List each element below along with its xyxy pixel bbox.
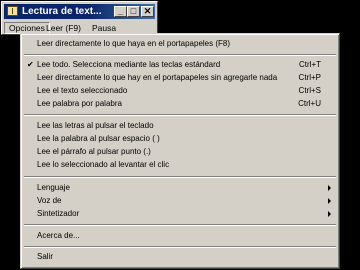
minimize-icon: _ — [117, 6, 123, 16]
menu-separator — [24, 224, 336, 226]
menu-item-voz[interactable]: Voz de — [23, 195, 337, 207]
book-icon — [7, 6, 18, 16]
maximize-button[interactable]: □ — [127, 6, 140, 17]
menu-item-shortcut: Ctrl+U — [298, 99, 321, 108]
menu-item-salir[interactable]: Salir — [23, 251, 337, 263]
menu-item-shortcut: Ctrl+S — [298, 86, 321, 95]
menu-item-label: Salir — [37, 252, 54, 261]
menu-item-label: Lee las letras al pulsar el teclado — [37, 121, 154, 130]
window-title: Lectura de text... — [22, 6, 102, 17]
menu-item-label: Lee el texto seleccionado — [37, 86, 128, 95]
menu-item-read-word-by-word[interactable]: Lee palabra por palabra Ctrl+U — [23, 98, 337, 110]
maximize-icon: □ — [130, 6, 137, 16]
menu-item-read-on-click[interactable]: Lee lo seleccionado al levantar el clic — [23, 159, 337, 171]
opciones-dropdown-menu: Leer directamente lo que haya en el port… — [20, 33, 340, 269]
menu-item-read-selected[interactable]: Lee el texto seleccionado Ctrl+S — [23, 85, 337, 97]
menu-item-sintetizador[interactable]: Sintetizador — [23, 208, 337, 220]
minimize-button[interactable]: _ — [114, 6, 127, 17]
app-window: Lectura de text... _ □ ✕ Opciones Leer (… — [1, 1, 158, 35]
menu-item-label: Lee palabra por palabra — [37, 99, 122, 108]
menu-item-label: Leer directamente lo que hay en el porta… — [37, 73, 278, 82]
menu-item-label: Voz de — [37, 196, 62, 205]
menu-item-label: Leer directamente lo que haya en el port… — [37, 39, 231, 48]
menu-item-read-word-space[interactable]: Lee la palabra al pulsar espacio ( ) — [23, 133, 337, 145]
submenu-arrow-icon — [328, 211, 331, 217]
check-icon: ✔ — [27, 60, 34, 69]
menu-item-lenguaje[interactable]: Lenguaje — [23, 182, 337, 194]
menu-item-label: Sintetizador — [37, 209, 80, 218]
menu-separator — [24, 246, 336, 248]
menu-item-label: Lenguaje — [37, 183, 70, 192]
menu-item-shortcut: Ctrl+P — [298, 73, 321, 82]
title-bar[interactable]: Lectura de text... _ □ ✕ — [4, 4, 155, 19]
menu-item-shortcut: Ctrl+T — [299, 60, 321, 69]
menu-separator — [24, 176, 336, 178]
submenu-arrow-icon — [328, 198, 331, 204]
close-icon: ✕ — [143, 6, 152, 16]
menu-item-read-paragraph[interactable]: Lee el párrafo al pulsar punto (.) — [23, 146, 337, 158]
submenu-arrow-icon — [328, 185, 331, 191]
menu-item-label: Lee el párrafo al pulsar punto (.) — [37, 147, 151, 156]
menu-item-label: Acerca de... — [37, 231, 80, 240]
menu-item-read-clipboard[interactable]: Leer directamente lo que haya en el port… — [23, 38, 337, 50]
menu-separator — [24, 114, 336, 116]
close-button[interactable]: ✕ — [141, 6, 154, 17]
menu-item-read-clipboard-raw[interactable]: Leer directamente lo que hay en el porta… — [23, 72, 337, 84]
menu-item-read-letters[interactable]: Lee las letras al pulsar el teclado — [23, 120, 337, 132]
menu-item-label: Lee lo seleccionado al levantar el clic — [37, 160, 170, 169]
menu-item-label: Lee la palabra al pulsar espacio ( ) — [37, 134, 160, 143]
menu-item-label: Lee todo. Selecciona mediante las teclas… — [37, 60, 221, 69]
menu-item-read-all[interactable]: ✔ Lee todo. Selecciona mediante las tecl… — [23, 59, 337, 71]
menu-separator — [24, 54, 336, 56]
menu-item-acerca-de[interactable]: Acerca de... — [23, 230, 337, 242]
